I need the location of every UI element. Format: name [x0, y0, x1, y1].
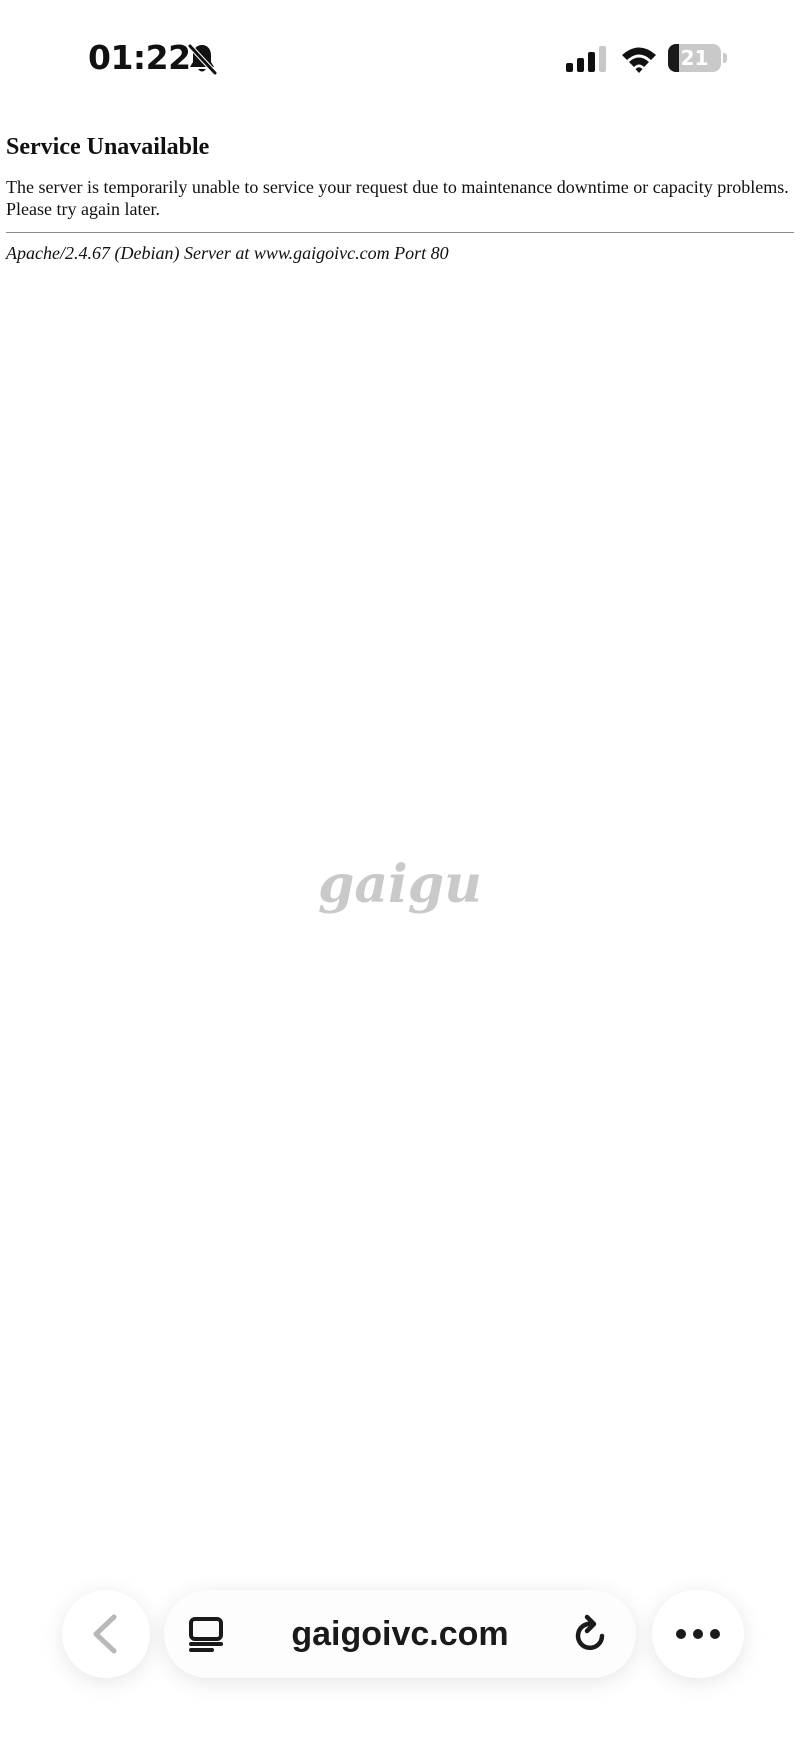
- reload-icon[interactable]: [572, 1614, 610, 1654]
- battery-icon: 21: [668, 44, 728, 72]
- wifi-icon: [620, 44, 658, 74]
- watermark-logo: gaigu: [300, 850, 500, 930]
- chevron-left-icon: [88, 1614, 124, 1654]
- error-page: Service Unavailable The server is tempor…: [6, 128, 794, 265]
- browser-toolbar: gaigoivc.com: [0, 1580, 800, 1690]
- clock-time: 01:22: [88, 38, 191, 77]
- status-bar: 01:22 21: [0, 0, 800, 118]
- reader-icon[interactable]: [188, 1616, 226, 1652]
- server-signature: Apache/2.4.67 (Debian) Server at www.gai…: [6, 243, 449, 263]
- url-text[interactable]: gaigoivc.com: [264, 1590, 536, 1678]
- page-title: Service Unavailable: [6, 134, 210, 160]
- battery-level: 21: [680, 46, 709, 70]
- cellular-signal-icon: [566, 46, 608, 72]
- error-message: The server is temporarily unable to serv…: [6, 177, 789, 219]
- divider: [6, 232, 794, 233]
- watermark-text: gaigu: [318, 854, 482, 915]
- more-button[interactable]: [652, 1590, 744, 1678]
- back-button[interactable]: [62, 1590, 150, 1678]
- bell-slash-icon: [186, 42, 218, 76]
- more-icon: [674, 1626, 722, 1642]
- address-bar[interactable]: gaigoivc.com: [164, 1590, 636, 1678]
